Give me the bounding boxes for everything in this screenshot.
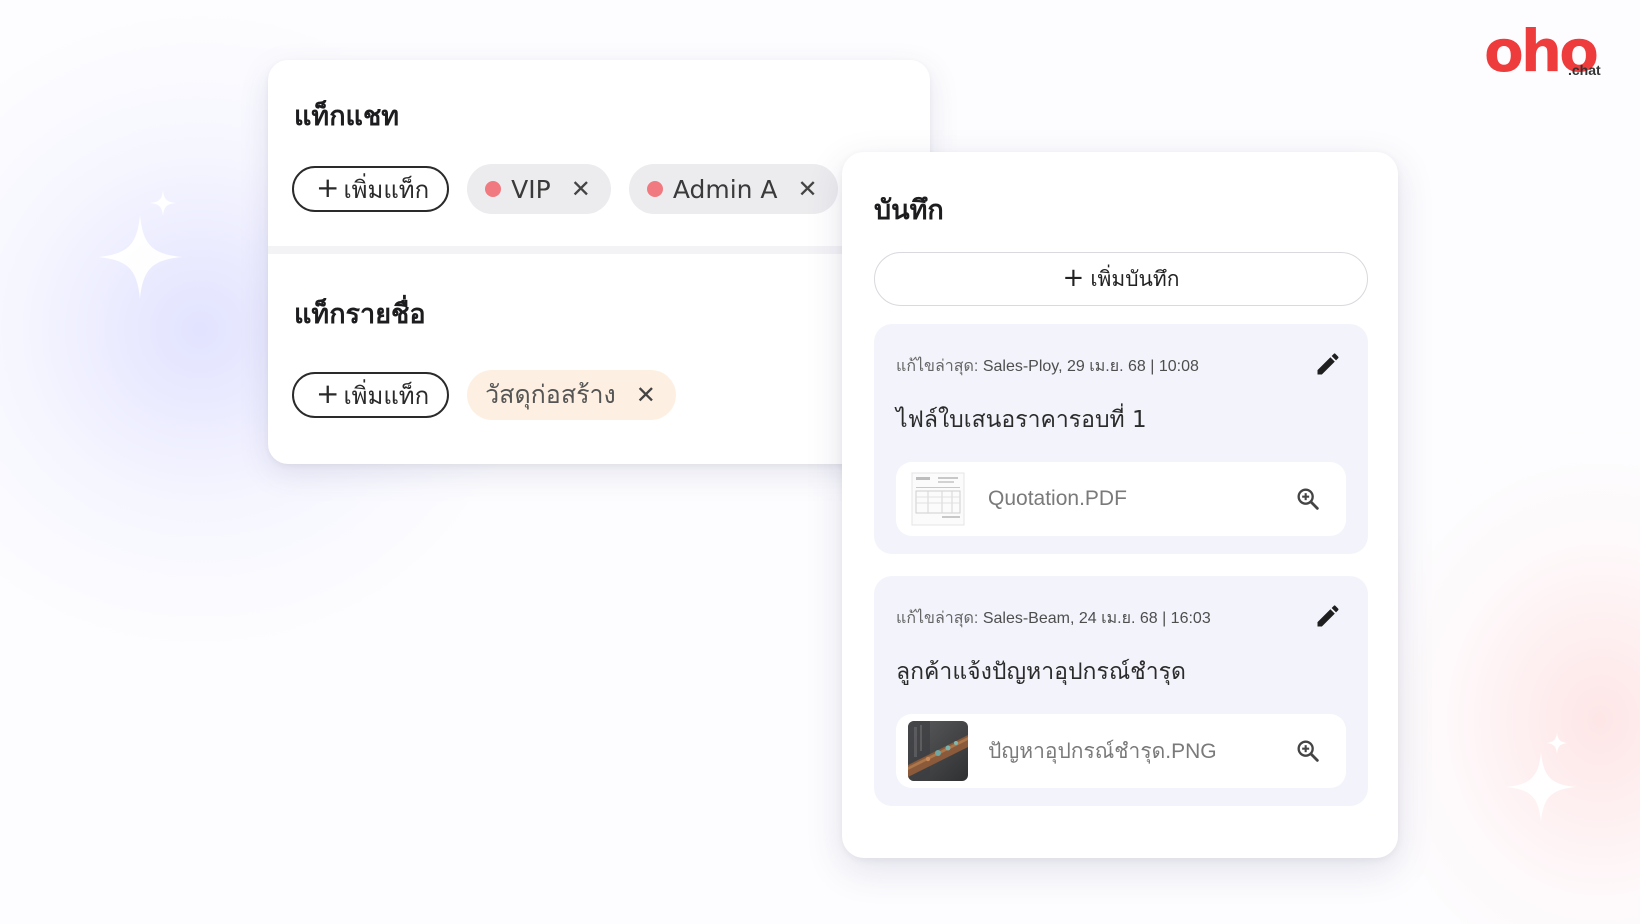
zoom-in-icon[interactable] [1294,737,1322,765]
chat-tag-label: VIP [511,174,551,204]
notes-title: บันทึก [874,195,944,226]
brand-logo: oho .chat [1484,17,1620,85]
tags-card: แท็กแชท + เพิ่มแท็ก VIP ✕ Admin A ✕ แท็ก… [268,60,930,464]
sparkle-right-large [1506,752,1576,822]
tag-color-dot [646,181,663,197]
add-note-label: เพิ่มบันทึก [1090,266,1180,291]
contact-tags-row: + เพิ่มแท็ก วัสดุก่อสร้าง ✕ [292,370,676,420]
close-icon[interactable]: ✕ [636,383,656,407]
contact-tags-section: แท็กรายชื่อ + เพิ่มแท็ก วัสดุก่อสร้าง ✕ [268,256,930,464]
add-chat-tag-button[interactable]: + เพิ่มแท็ก [292,166,450,212]
note-attachment[interactable]: ปัญหาอุปกรณ์ชำรุด.PNG [896,714,1346,788]
tag-color-dot [485,181,502,197]
sparkle-left-small [150,190,176,216]
chat-tag-chip[interactable]: VIP ✕ [467,164,611,214]
chat-tags-section: แท็กแชท + เพิ่มแท็ก VIP ✕ Admin A ✕ [268,60,930,248]
note-meta-value: Sales-Beam, 24 เม.ย. 68 | 16:03 [982,610,1211,627]
chat-tags-title: แท็กแชท [294,101,400,132]
note-item: แก้ไขล่าสุด: Sales-Beam, 24 เม.ย. 68 | 1… [874,576,1368,806]
sparkle-right-small [1546,732,1568,754]
section-divider [268,246,930,254]
plus-icon: + [316,170,340,204]
note-meta-value: Sales-Ploy, 29 เม.ย. 68 | 10:08 [982,358,1199,375]
attachment-file-name: ปัญหาอุปกรณ์ชำรุด.PNG [988,739,1217,763]
plus-icon: + [1062,262,1085,293]
chat-tag-chip[interactable]: Admin A ✕ [628,164,838,214]
close-icon[interactable]: ✕ [798,177,818,201]
note-meta-label: แก้ไขล่าสุด: [896,358,979,375]
note-text: ไฟล์ใบเสนอราคารอบที่ 1 [896,407,1147,433]
rusty-pipe-photo-thumbnail [908,721,968,781]
sparkle-left-large [98,215,182,299]
logo-domain: .chat [1568,62,1601,78]
close-icon[interactable]: ✕ [571,177,591,201]
attachment-file-name: Quotation.PDF [988,487,1127,510]
pencil-icon[interactable] [1314,350,1342,378]
plus-icon: + [316,376,340,410]
note-text: ลูกค้าแจ้งปัญหาอุปกรณ์ชำรุด [896,659,1186,685]
add-chat-tag-label: เพิ่มแท็ก [343,175,430,204]
contact-tag-label: วัสดุก่อสร้าง [485,380,616,409]
pencil-icon[interactable] [1314,602,1342,630]
add-note-button[interactable]: + เพิ่มบันทึก [874,252,1368,306]
contact-tag-chip[interactable]: วัสดุก่อสร้าง ✕ [467,370,676,420]
zoom-in-icon[interactable] [1294,485,1322,513]
chat-tags-row: + เพิ่มแท็ก VIP ✕ Admin A ✕ [292,164,838,214]
note-meta-label: แก้ไขล่าสุด: [896,610,979,627]
note-attachment[interactable]: Quotation.PDF [896,462,1346,536]
notes-card: บันทึก + เพิ่มบันทึก แก้ไขล่าสุด: Sales-… [842,152,1398,858]
add-contact-tag-label: เพิ่มแท็ก [343,381,430,410]
note-meta: แก้ไขล่าสุด: Sales-Beam, 24 เม.ย. 68 | 1… [896,606,1211,631]
note-meta: แก้ไขล่าสุด: Sales-Ploy, 29 เม.ย. 68 | 1… [896,354,1199,379]
chat-tag-label: Admin A [672,174,778,204]
note-item: แก้ไขล่าสุด: Sales-Ploy, 29 เม.ย. 68 | 1… [874,324,1368,554]
document-thumbnail [908,469,968,529]
add-contact-tag-button[interactable]: + เพิ่มแท็ก [292,372,450,418]
contact-tags-title: แท็กรายชื่อ [294,299,426,330]
